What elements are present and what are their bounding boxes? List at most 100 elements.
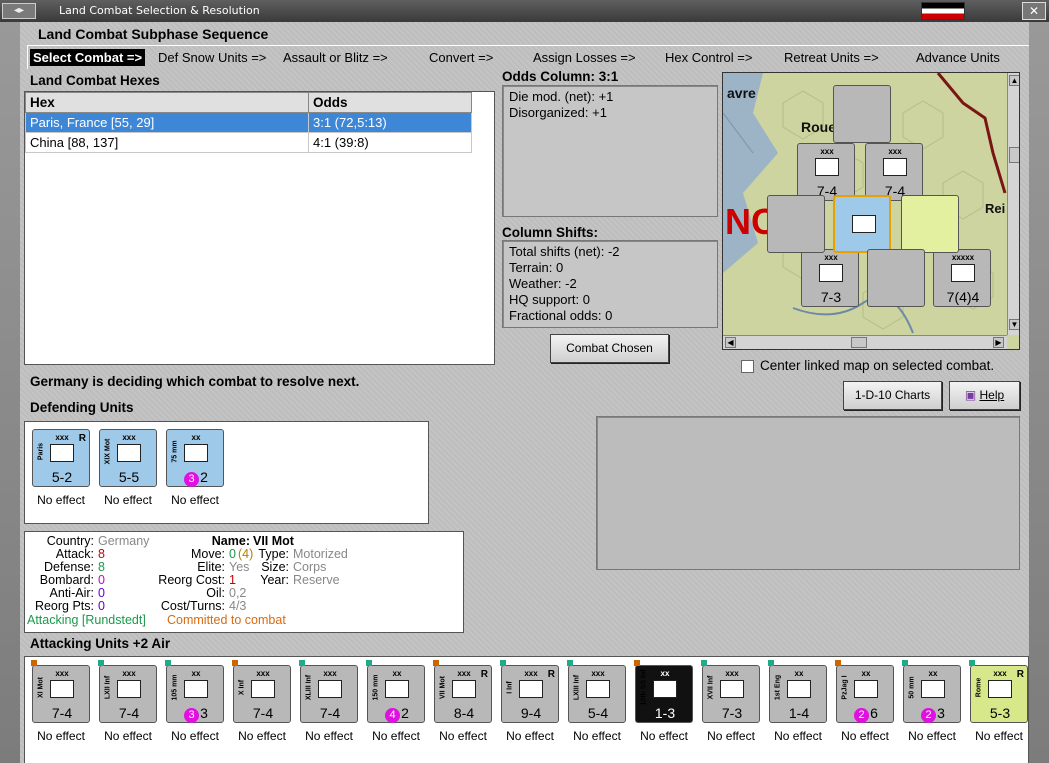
unit-counter[interactable]: xx 1st Eng 1-4: [769, 665, 827, 723]
unit-counter[interactable]: xxx LXIII Inf 5-4: [568, 665, 626, 723]
help-book-icon: ▣: [964, 388, 977, 402]
map-vertical-scrollbar[interactable]: ▲ ▼: [1007, 73, 1019, 335]
unit-counter[interactable]: xx 75 mm 3 2: [166, 429, 224, 487]
combat-effect: No effect: [104, 729, 152, 743]
table-row[interactable]: China [88, 137] 4:1 (39:8): [25, 132, 472, 153]
window-title: Land Combat Selection & Resolution: [59, 4, 260, 17]
unit-counter[interactable]: xx 50 mm 2 3: [903, 665, 961, 723]
map-counter[interactable]: xxxxx 7(4)4: [933, 249, 991, 307]
unit-strength: 32: [167, 469, 225, 487]
reserve-flag: R: [547, 669, 555, 680]
combat-result-panel: [596, 416, 1020, 570]
unit-cost-turns: 4/3: [229, 599, 247, 613]
combat-effect: No effect: [640, 729, 688, 743]
combat-effect: No effect: [37, 493, 85, 507]
unit-counter[interactable]: xxx Paris R 5-2: [32, 429, 90, 487]
unit-type-icon: [452, 680, 476, 698]
scroll-thumb[interactable]: [851, 337, 867, 348]
map-counter[interactable]: xxx 7-3: [801, 249, 859, 307]
unit-status-marker: [969, 660, 975, 666]
combat-effect: No effect: [372, 729, 420, 743]
unit-status-marker: [835, 660, 841, 666]
unit-name-label: 50 mm: [908, 676, 916, 699]
unit-name-label: X Inf: [238, 679, 246, 696]
combat-effect: No effect: [171, 729, 219, 743]
scroll-thumb[interactable]: [1009, 147, 1019, 163]
map-horizontal-scrollbar[interactable]: ◀ ▶: [723, 335, 1007, 349]
close-button[interactable]: ✕: [1022, 2, 1046, 20]
unit-strength: 23: [904, 705, 962, 723]
center-map-checkbox[interactable]: [741, 360, 754, 373]
unit-type-icon: [385, 680, 409, 698]
unit-strength: 26: [837, 705, 895, 723]
unit-counter[interactable]: xxx X Inf 7-4: [233, 665, 291, 723]
air-unit-counter[interactable]: [867, 249, 925, 307]
unit-type-icon: [921, 680, 945, 698]
unit-strength: 7-4: [319, 705, 341, 721]
scroll-down-icon[interactable]: ▼: [1009, 319, 1019, 330]
unit-type-icon: [50, 680, 74, 698]
shift-line: HQ support: 0: [509, 292, 590, 307]
unit-counter[interactable]: xx 10th SS Inf 1-3: [635, 665, 693, 723]
unit-counter[interactable]: xxx VII Mot R 8-4: [434, 665, 492, 723]
unit-counter[interactable]: xxx Rome R 5-3: [970, 665, 1028, 723]
unit-status-marker: [634, 660, 640, 666]
combat-effect: No effect: [774, 729, 822, 743]
scroll-right-icon[interactable]: ▶: [993, 337, 1004, 348]
explosion-icon: [852, 215, 876, 233]
unit-counter[interactable]: xxx XLIII Inf 7-4: [300, 665, 358, 723]
step-assign-losses: Assign Losses =>: [533, 50, 636, 65]
step-def-snow: Def Snow Units =>: [158, 50, 267, 65]
help-button[interactable]: ▣ Help: [949, 381, 1020, 410]
unit-name-label: 105 mm: [171, 674, 179, 701]
infantry-icon: [815, 158, 839, 176]
hex-cell: Paris, France [55, 29]: [25, 112, 309, 133]
unit-badge: 4: [385, 708, 401, 723]
unit-type-icon: [117, 680, 141, 698]
unit-type-icon: [519, 680, 543, 698]
combat-effect: No effect: [104, 493, 152, 507]
system-menu-button[interactable]: ◂▸: [2, 3, 36, 19]
map-counter[interactable]: xxx 7-4: [797, 143, 855, 201]
scroll-left-icon[interactable]: ◀: [725, 337, 736, 348]
unit-counter[interactable]: xxx XI Mot 7-4: [32, 665, 90, 723]
unit-counter[interactable]: xxx I Inf R 9-4: [501, 665, 559, 723]
unit-type-icon: [117, 444, 141, 462]
col-header-hex[interactable]: Hex: [25, 92, 309, 113]
infantry-icon: [819, 264, 843, 282]
linked-map[interactable]: avre Roue NC Rei xxx 7-4 xxx 7-4 xxx 7-3…: [722, 72, 1020, 350]
unit-strength: 5-5: [118, 469, 140, 485]
table-row[interactable]: Paris, France [55, 29] 3:1 (72,5:13): [25, 112, 472, 133]
combat-target-counter[interactable]: [833, 195, 891, 253]
step-select-combat[interactable]: Select Combat =>: [30, 49, 146, 66]
unit-counter[interactable]: xx 150 mm 4 2: [367, 665, 425, 723]
air-unit-counter[interactable]: [833, 85, 891, 143]
hexes-title: Land Combat Hexes: [30, 73, 160, 88]
unit-counter[interactable]: xxx XVII Inf 7-3: [702, 665, 760, 723]
unit-status-marker: [902, 660, 908, 666]
unit-counter[interactable]: xx 105 mm 3 3: [166, 665, 224, 723]
shift-line: Terrain: 0: [509, 260, 564, 275]
hexes-list: Hex Odds Paris, France [55, 29] 3:1 (72,…: [24, 91, 495, 365]
odds-cell: 3:1 (72,5:13): [308, 112, 472, 133]
air-unit-counter[interactable]: [767, 195, 825, 253]
unit-counter[interactable]: xxx LXII Inf 7-4: [99, 665, 157, 723]
map-counter[interactable]: xxx 7-4: [865, 143, 923, 201]
unit-counter[interactable]: xx PzJag I26: [836, 665, 894, 723]
unit-status-marker: [232, 660, 238, 666]
combat-effect: No effect: [841, 729, 889, 743]
combat-chosen-button[interactable]: Combat Chosen: [550, 334, 669, 363]
scroll-up-icon[interactable]: ▲: [1009, 75, 1019, 86]
unit-reorg-pts: 0: [98, 599, 105, 613]
unit-type-icon: [318, 680, 342, 698]
unit-year: Reserve: [293, 573, 340, 587]
unit-counter[interactable]: xxx XIX Mot 5-5: [99, 429, 157, 487]
unit-status-marker: [366, 660, 372, 666]
unit-strength: 1-4: [788, 705, 810, 721]
col-header-odds[interactable]: Odds: [308, 92, 472, 113]
air-unit-counter[interactable]: [901, 195, 959, 253]
odds-cell: 4:1 (39:8): [308, 132, 472, 153]
shift-line: Total shifts (net): -2: [509, 244, 620, 259]
charts-button[interactable]: 1-D-10 Charts: [843, 381, 942, 410]
unit-status-marker: [98, 660, 104, 666]
